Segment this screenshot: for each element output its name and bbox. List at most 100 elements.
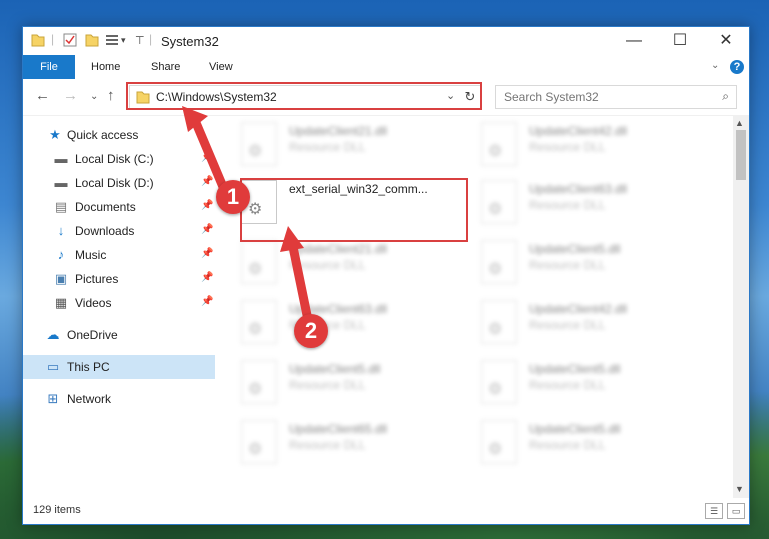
dll-file-icon: ⚙ bbox=[241, 360, 277, 404]
sidebar-item-local-disk-d[interactable]: ▬ Local Disk (D:) 📌 bbox=[23, 171, 215, 195]
properties-icon[interactable] bbox=[63, 32, 77, 48]
file-name: UpdateClient5.dll bbox=[529, 242, 621, 256]
dll-file-icon: ⚙ bbox=[481, 420, 517, 464]
sidebar-item-local-disk-c[interactable]: ▬ Local Disk (C:) 📌 bbox=[23, 147, 215, 171]
cloud-icon: ☁ bbox=[46, 327, 60, 342]
dll-file-icon: ⚙ bbox=[241, 300, 277, 344]
tab-share[interactable]: Share bbox=[151, 55, 180, 79]
sidebar-item-network[interactable]: ⊞ Network bbox=[23, 387, 215, 411]
sidebar-item-downloads[interactable]: ↓ Downloads 📌 bbox=[23, 219, 215, 243]
file-name: UpdateClient42.dll bbox=[529, 302, 628, 316]
file-item[interactable]: ⚙ UpdateClient5.dll Resource DLL bbox=[233, 354, 463, 410]
file-name: UpdateClient63.dll bbox=[289, 302, 388, 316]
dll-file-icon: ⚙ bbox=[241, 122, 277, 166]
sidebar-item-label: Documents bbox=[75, 200, 136, 214]
search-icon[interactable]: ⌕ bbox=[722, 89, 729, 104]
file-name: UpdateClient5.dll bbox=[529, 362, 621, 376]
file-name: UpdateClient65.dll bbox=[289, 422, 388, 436]
dll-file-icon: ⚙ bbox=[481, 122, 517, 166]
file-name: UpdateClient21.dll bbox=[289, 124, 388, 138]
sidebar-item-label: Local Disk (D:) bbox=[75, 176, 154, 190]
recent-locations-icon[interactable]: ⌄ bbox=[90, 91, 98, 102]
help-icon[interactable]: ? bbox=[730, 60, 744, 74]
sidebar-item-label: Downloads bbox=[75, 224, 135, 238]
computer-icon: ▭ bbox=[46, 359, 60, 374]
drive-icon: ▬ bbox=[54, 151, 68, 166]
ribbon-tabs: File Home Share View ⌄ ? bbox=[23, 55, 749, 79]
file-item[interactable]: ⚙ UpdateClient42.dll Resource DLL bbox=[473, 116, 703, 172]
sidebar-item-documents[interactable]: ▤ Documents 📌 bbox=[23, 195, 215, 219]
tab-file[interactable]: File bbox=[23, 55, 75, 79]
details-view-icon[interactable]: ☰ bbox=[705, 503, 723, 519]
scroll-up-icon[interactable]: ▲ bbox=[735, 118, 744, 128]
up-arrow-icon[interactable]: ↑ bbox=[107, 87, 115, 104]
file-item[interactable]: ⚙ UpdateClient42.dll Resource DLL bbox=[473, 294, 703, 350]
file-type: Resource DLL bbox=[529, 378, 606, 392]
window-title: System32 bbox=[161, 34, 219, 49]
expand-ribbon-icon[interactable]: ⌄ bbox=[711, 60, 719, 71]
sidebar-item-label: Quick access bbox=[67, 128, 139, 142]
file-type: Resource DLL bbox=[289, 378, 366, 392]
sidebar-item-this-pc[interactable]: ▭ This PC bbox=[23, 355, 215, 379]
maximize-button[interactable]: ☐ bbox=[657, 27, 703, 55]
documents-icon: ▤ bbox=[54, 199, 68, 214]
file-type: Resource DLL bbox=[529, 258, 606, 272]
file-item[interactable]: ⚙ UpdateClient5.dll Resource DLL bbox=[473, 414, 703, 470]
file-item[interactable]: ⚙ UpdateClient21.dll Resource DLL bbox=[233, 234, 463, 290]
file-type: Resource DLL bbox=[289, 438, 366, 452]
file-item[interactable]: ⚙ UpdateClient21.dll Resource DLL bbox=[233, 116, 463, 172]
sidebar-item-pictures[interactable]: ▣ Pictures 📌 bbox=[23, 267, 215, 291]
new-folder-icon[interactable] bbox=[85, 32, 99, 48]
dll-file-icon: ⚙ bbox=[481, 180, 517, 224]
file-name: UpdateClient63.dll bbox=[529, 182, 628, 196]
dll-file-icon: ⚙ bbox=[241, 420, 277, 464]
tiles-view-icon[interactable]: ▭ bbox=[727, 503, 745, 519]
pin-icon: 📌 bbox=[201, 272, 214, 283]
file-type: Resource DLL bbox=[529, 140, 606, 154]
scrollbar-thumb[interactable] bbox=[736, 130, 746, 180]
callout-1: 1 bbox=[216, 180, 250, 214]
qa-dropdown-icon[interactable]: ⊤ bbox=[135, 34, 145, 50]
network-icon: ⊞ bbox=[47, 391, 59, 406]
star-icon: ★ bbox=[49, 127, 61, 142]
file-type: Resource DLL bbox=[529, 438, 606, 452]
forward-arrow-icon[interactable]: → bbox=[63, 87, 78, 104]
customize-dropdown-icon[interactable]: ▾ bbox=[121, 35, 126, 51]
file-name: UpdateClient42.dll bbox=[529, 124, 628, 138]
scroll-down-icon[interactable]: ▼ bbox=[735, 484, 744, 494]
file-type: Resource DLL bbox=[529, 198, 606, 212]
sidebar-item-label: Pictures bbox=[75, 272, 119, 286]
dll-file-icon: ⚙ bbox=[481, 240, 517, 284]
dll-file-icon: ⚙ bbox=[481, 300, 517, 344]
sidebar-item-music[interactable]: ♪ Music 📌 bbox=[23, 243, 215, 267]
file-item[interactable]: ⚙ UpdateClient65.dll Resource DLL bbox=[233, 414, 463, 470]
pin-icon: 📌 bbox=[201, 224, 214, 235]
file-item[interactable]: ⚙ UpdateClient5.dll Resource DLL bbox=[473, 354, 703, 410]
file-type: Resource DLL bbox=[289, 140, 366, 154]
callout-2: 2 bbox=[294, 314, 328, 348]
tab-home[interactable]: Home bbox=[91, 55, 120, 79]
file-item[interactable]: ⚙ UpdateClient63.dll Resource DLL bbox=[233, 294, 463, 350]
search-input[interactable] bbox=[496, 86, 714, 108]
music-icon: ♪ bbox=[57, 247, 65, 262]
pin-icon: 📌 bbox=[201, 296, 214, 307]
search-box[interactable]: ⌕ bbox=[495, 85, 737, 109]
sidebar-item-videos[interactable]: ▦ Videos 📌 bbox=[23, 291, 215, 315]
file-name: UpdateClient21.dll bbox=[289, 242, 388, 256]
view-options-icon[interactable] bbox=[105, 32, 119, 48]
folder-icon bbox=[31, 34, 45, 47]
sidebar-item-label: Videos bbox=[75, 296, 112, 310]
address-bar-highlight bbox=[126, 82, 482, 110]
videos-icon: ▦ bbox=[54, 295, 68, 310]
sidebar-item-quick-access[interactable]: ★ Quick access bbox=[23, 123, 215, 147]
minimize-button[interactable]: — bbox=[611, 27, 657, 55]
tab-view[interactable]: View bbox=[209, 55, 233, 79]
vertical-scrollbar[interactable]: ▲ ▼ bbox=[733, 116, 749, 498]
back-arrow-icon[interactable]: ← bbox=[35, 87, 50, 104]
file-item[interactable]: ⚙ UpdateClient5.dll Resource DLL bbox=[473, 234, 703, 290]
item-count: 129 items bbox=[33, 504, 81, 516]
close-button[interactable]: ✕ bbox=[703, 27, 749, 55]
file-item[interactable]: ⚙ UpdateClient63.dll Resource DLL bbox=[473, 174, 703, 230]
file-type: Resource DLL bbox=[289, 258, 366, 272]
sidebar-item-onedrive[interactable]: ☁ OneDrive bbox=[23, 323, 215, 347]
